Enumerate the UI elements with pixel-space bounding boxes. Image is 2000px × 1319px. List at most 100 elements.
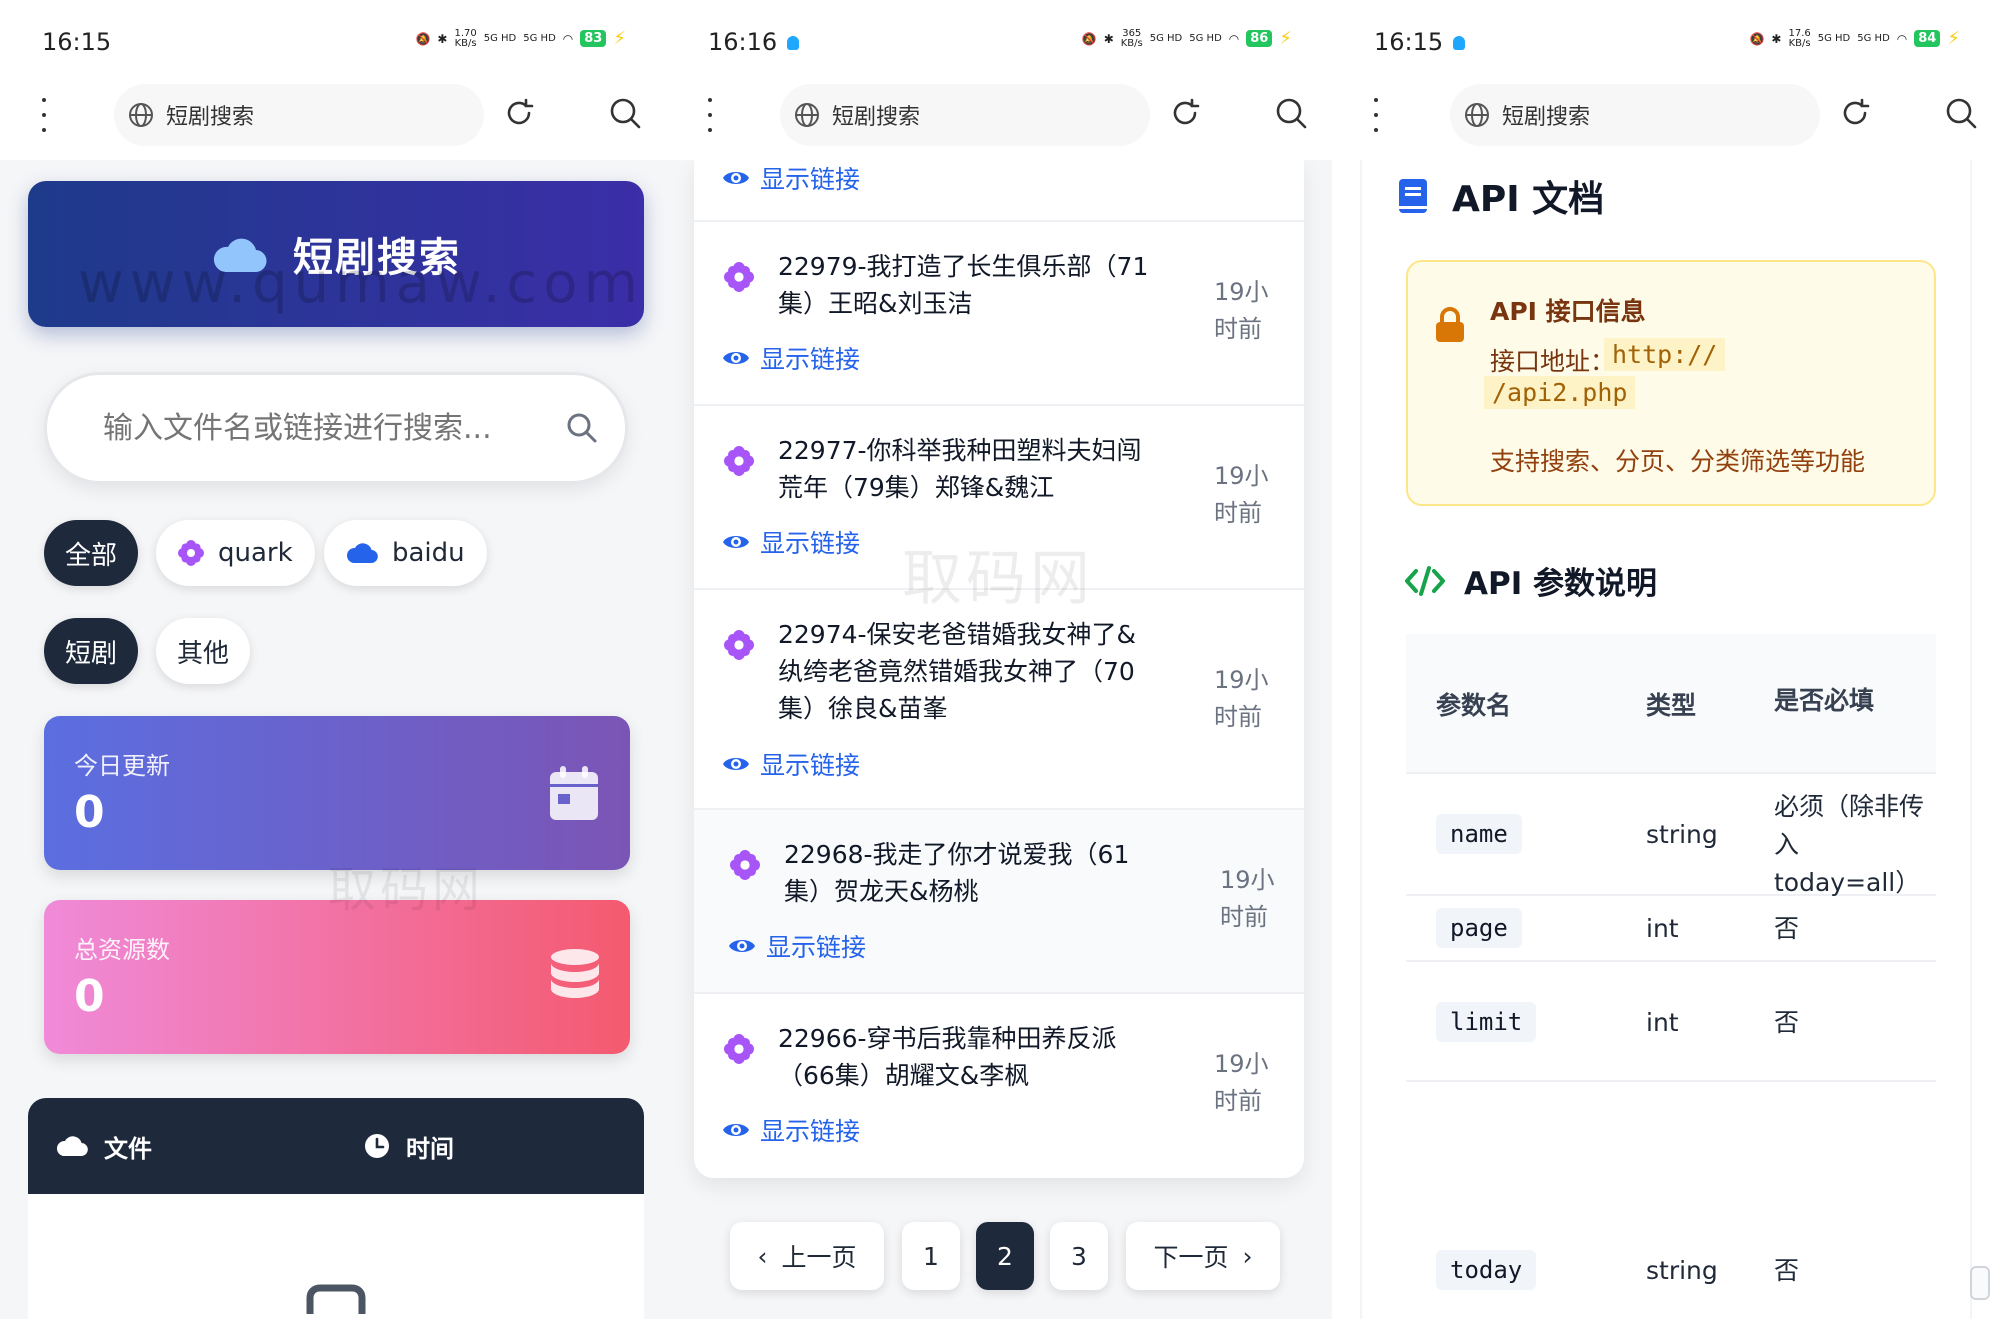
status-icons: 🔕 ✱ 365 KB/s 5G HD 5G HD ◠ 86 ⚡ — [1082, 28, 1292, 49]
item-title[interactable]: 22979-我打造了长生俱乐部（71集）王昭&刘玉洁 — [778, 248, 1158, 322]
item-time: 19小时前 — [1214, 278, 1269, 343]
status-time-text: 16:16 — [708, 28, 778, 56]
signal-1: 5G HD — [1149, 32, 1183, 44]
globe-icon — [795, 103, 819, 127]
show-link-label: 显示链接 — [760, 529, 861, 558]
list-item: 22977-你科举我种田塑料夫妇闯荒年（79集）郑锋&魏江 19小时前 显示链接 — [694, 406, 1304, 590]
chevron-right-icon: › — [1242, 1241, 1253, 1271]
stat-value: 0 — [74, 787, 105, 838]
search-icon[interactable] — [1274, 96, 1308, 130]
search-box — [44, 372, 628, 484]
item-title[interactable]: 22966-穿书后我靠种田养反派（66集）胡耀文&李枫 — [778, 1020, 1158, 1094]
filter-chip-drama[interactable]: 短剧 — [44, 618, 138, 684]
lock-icon — [1436, 307, 1464, 342]
list-item: 22966-穿书后我靠种田养反派（66集）胡耀文&李枫 19小时前 显示链接 — [694, 994, 1304, 1178]
mute-icon: 🔕 — [415, 31, 431, 46]
screen-api-docs: 16:15 🔕 ✱ 17.6 KB/s 5G HD 5G HD ◠ 84 ⚡ 短剧… — [1332, 0, 2000, 1319]
battery-level: 83 — [580, 30, 607, 47]
page-button-2[interactable]: 2 — [976, 1222, 1034, 1290]
flower-icon — [178, 540, 204, 566]
param-type: int — [1646, 1008, 1679, 1037]
search-input[interactable] — [103, 410, 543, 446]
scrollbar-thumb[interactable] — [1970, 1266, 1990, 1300]
signal-2: 5G HD — [1857, 32, 1890, 44]
reload-icon[interactable] — [1168, 96, 1202, 130]
net-speed: 17.6 KB/s — [1788, 28, 1810, 49]
menu-kebab-icon[interactable] — [706, 98, 714, 132]
address-bar[interactable]: 短剧搜索 — [780, 84, 1150, 146]
mute-icon: 🔕 — [1749, 31, 1765, 46]
show-link-button[interactable]: 显示链接 — [722, 746, 860, 782]
address-bar[interactable]: 短剧搜索 — [1450, 84, 1820, 146]
prev-label: 上一页 — [781, 1243, 857, 1272]
cloud-icon — [346, 543, 378, 564]
page-content: 短剧搜索 www.qumaw.com 全部 quark baidu 短剧 其他 … — [0, 160, 666, 1319]
header-time-label: 时间 — [406, 1134, 454, 1163]
next-page-button[interactable]: 下一页 › — [1126, 1222, 1280, 1290]
list-item: 22974-保安老爸错婚我女神了&纨绔老爸竟然错婚我女神了（70集）徐良&苗峯 … — [694, 590, 1304, 810]
item-title[interactable]: 22977-你科举我种田塑料夫妇闯荒年（79集）郑锋&魏江 — [778, 432, 1158, 506]
list-item: 22979-我打造了长生俱乐部（71集）王昭&刘玉洁 19小时前 显示链接 — [694, 222, 1304, 406]
address-text: 短剧搜索 — [166, 105, 255, 130]
item-title[interactable]: 22974-保安老爸错婚我女神了&纨绔老爸竟然错婚我女神了（70集）徐良&苗峯 — [778, 616, 1158, 727]
chip-label: 其他 — [176, 638, 229, 669]
menu-kebab-icon[interactable] — [40, 98, 48, 132]
reload-icon[interactable] — [1838, 96, 1872, 130]
api-doc-title: API 文档 — [1452, 179, 1605, 220]
bluetooth-icon: ✱ — [1771, 31, 1782, 46]
param-type: string — [1646, 1256, 1718, 1285]
show-link-button[interactable]: 显示链接 — [722, 524, 860, 560]
browser-toolbar: 短剧搜索 — [0, 78, 666, 160]
empty-box-icon — [306, 1284, 366, 1314]
page-button-1[interactable]: 1 — [902, 1222, 960, 1290]
charging-icon: ⚡ — [1947, 28, 1960, 49]
page-content: API 文档 API 接口信息 接口地址： http:// /api2.php … — [1332, 160, 2000, 1319]
show-link-label: 显示链接 — [760, 751, 861, 780]
table-row: page int 否 — [1406, 896, 1936, 962]
table-header-row: 参数名 类型 是否必填 — [1406, 634, 1936, 774]
param-type: string — [1646, 820, 1718, 849]
table-header: 文件 时间 — [28, 1098, 644, 1194]
browser-toolbar: 短剧搜索 — [666, 78, 1332, 160]
wifi-icon: ◠ — [1228, 31, 1240, 46]
search-icon[interactable] — [1944, 96, 1978, 130]
address-bar[interactable]: 短剧搜索 — [114, 84, 484, 146]
info-description: 支持搜索、分页、分类筛选等功能 — [1490, 447, 1866, 476]
net-speed: 1.70 KB/s — [454, 28, 476, 49]
item-time: 19小时前 — [1214, 1050, 1269, 1115]
filter-chip-all[interactable]: 全部 — [44, 520, 138, 586]
prev-page-button[interactable]: ‹ 上一页 — [730, 1222, 884, 1290]
stat-card-total: 总资源数 0 — [44, 900, 630, 1054]
filter-chip-quark[interactable]: quark — [156, 520, 315, 586]
chevron-left-icon: ‹ — [757, 1241, 768, 1271]
show-link-button[interactable]: 显示链接 — [722, 1112, 860, 1148]
show-link-button[interactable]: 显示链接 — [722, 160, 860, 196]
reload-icon[interactable] — [502, 96, 536, 130]
show-link-label: 显示链接 — [760, 1117, 861, 1146]
status-time: 16:15 — [42, 28, 112, 56]
table-row: name string 必须（除非传入today=all） — [1406, 774, 1936, 897]
flower-icon — [724, 1034, 754, 1064]
item-title[interactable]: 22968-我走了你才说爱我（61集）贺龙天&杨桃 — [784, 836, 1164, 910]
show-link-button[interactable]: 显示链接 — [722, 340, 860, 376]
charging-icon: ⚡ — [613, 28, 626, 49]
signal-1: 5G HD — [1817, 32, 1851, 44]
screen-results: 16:16 🔕 ✱ 365 KB/s 5G HD 5G HD ◠ 86 ⚡ 短剧搜… — [666, 0, 1332, 1319]
file-table: 文件 时间 — [28, 1098, 644, 1319]
filter-chip-baidu[interactable]: baidu — [324, 520, 487, 586]
status-bar: 16:15 🔕 ✱ 1.70 KB/s 5G HD 5G HD ◠ 83 ⚡ — [0, 0, 666, 78]
globe-icon — [129, 103, 153, 127]
info-url-part2: /api2.php — [1484, 376, 1636, 409]
menu-kebab-icon[interactable] — [1372, 98, 1380, 132]
search-icon[interactable] — [565, 411, 599, 445]
show-link-button[interactable]: 显示链接 — [728, 928, 866, 964]
search-icon[interactable] — [608, 96, 642, 130]
next-label: 下一页 — [1153, 1243, 1229, 1272]
info-url-label: 接口地址： — [1490, 347, 1616, 376]
status-time: 16:16 — [708, 28, 800, 56]
filter-chip-other[interactable]: 其他 — [156, 618, 250, 684]
charging-icon: ⚡ — [1279, 28, 1292, 49]
eye-icon — [723, 536, 749, 548]
browser-toolbar: 短剧搜索 — [1332, 78, 2000, 160]
page-button-3[interactable]: 3 — [1050, 1222, 1108, 1290]
